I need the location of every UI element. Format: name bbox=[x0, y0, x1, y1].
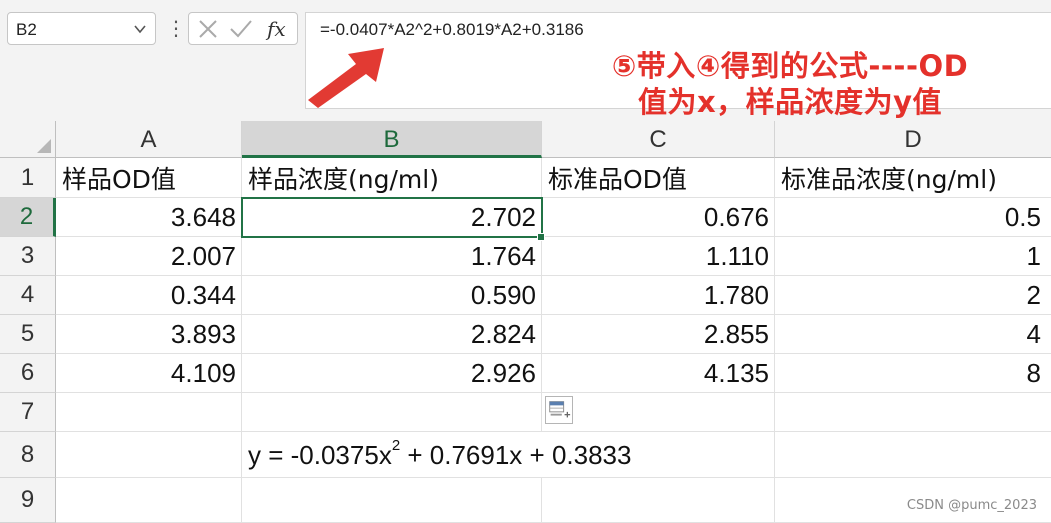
annotation-text: ⑤带入④得到的公式----OD 值为x，样品浓度为y值 bbox=[540, 48, 1040, 120]
red-arrow-icon bbox=[308, 48, 384, 108]
cell-d1[interactable]: 标准品浓度(ng/ml) bbox=[775, 158, 1051, 198]
cell-b1-text: 样品浓度(ng/ml) bbox=[248, 164, 439, 194]
cell-c6[interactable]: 4.135 bbox=[542, 354, 775, 393]
cell-a2[interactable]: 3.648 bbox=[56, 198, 242, 237]
more-options-icon[interactable]: ⋮ bbox=[166, 16, 186, 42]
insert-function-button[interactable]: fx bbox=[267, 17, 286, 41]
trendline-equation: y = -0.0375x2 + 0.7691x + 0.3833 bbox=[248, 437, 632, 471]
cell-a6[interactable]: 4.109 bbox=[56, 354, 242, 393]
annotation-line-2: 值为x，样品浓度为y值 bbox=[637, 85, 943, 119]
cell-b5[interactable]: 2.824 bbox=[242, 315, 542, 354]
column-header-a[interactable]: A bbox=[56, 121, 242, 158]
cell-a8[interactable] bbox=[56, 432, 242, 478]
cell-a3[interactable]: 2.007 bbox=[56, 237, 242, 276]
cell-b4[interactable]: 0.590 bbox=[242, 276, 542, 315]
name-box-value: B2 bbox=[16, 20, 37, 39]
column-header-c[interactable]: C bbox=[542, 121, 775, 158]
cell-d1-text: 标准品浓度(ng/ml) bbox=[781, 164, 997, 194]
cell-c3[interactable]: 1.110 bbox=[542, 237, 775, 276]
row-header-4[interactable]: 4 bbox=[0, 276, 56, 315]
cell-a1-text: 样品OD值 bbox=[62, 164, 176, 194]
watermark: CSDN @pumc_2023 bbox=[906, 498, 1037, 513]
cell-d7[interactable] bbox=[775, 393, 1051, 432]
row-header-3[interactable]: 3 bbox=[0, 237, 56, 276]
select-all-button[interactable] bbox=[0, 121, 56, 158]
cell-c2[interactable]: 0.676 bbox=[542, 198, 775, 237]
column-header-b[interactable]: B bbox=[242, 121, 542, 158]
formula-bar: B2 ⋮ fx =-0.0407*A2^2+0.8019*A2+0.3186 ⑤… bbox=[0, 0, 1051, 121]
quick-analysis-icon[interactable] bbox=[545, 396, 573, 424]
cell-d8[interactable] bbox=[775, 432, 1051, 478]
fill-handle[interactable] bbox=[537, 233, 545, 241]
row-header-7[interactable]: 7 bbox=[0, 393, 56, 432]
formula-text: =-0.0407*A2^2+0.8019*A2+0.3186 bbox=[320, 20, 584, 39]
cell-b9[interactable] bbox=[242, 478, 542, 523]
cell-b6[interactable]: 2.926 bbox=[242, 354, 542, 393]
column-header-d[interactable]: D bbox=[775, 121, 1051, 158]
chevron-down-icon[interactable] bbox=[134, 23, 146, 35]
equation-prefix: y = -0.0375x bbox=[248, 440, 392, 470]
equation-exponent: 2 bbox=[391, 437, 401, 455]
annotation-line-1: ⑤带入④得到的公式----OD bbox=[611, 49, 969, 83]
cell-a5[interactable]: 3.893 bbox=[56, 315, 242, 354]
cell-c9[interactable] bbox=[542, 478, 775, 523]
spreadsheet-grid: A B C D 1 2 3 4 5 6 7 8 9 样品OD值 样品浓度(ng/… bbox=[0, 121, 1051, 523]
cell-b2[interactable]: 2.702 bbox=[242, 198, 542, 237]
row-header-9[interactable]: 9 bbox=[0, 478, 56, 523]
quick-analysis-glyph bbox=[549, 401, 571, 418]
cell-a7[interactable] bbox=[56, 393, 242, 432]
cell-c1-text: 标准品OD值 bbox=[548, 164, 687, 194]
cell-a1[interactable]: 样品OD值 bbox=[56, 158, 242, 198]
cell-b7[interactable] bbox=[242, 393, 542, 432]
cell-b3[interactable]: 1.764 bbox=[242, 237, 542, 276]
row-header-5[interactable]: 5 bbox=[0, 315, 56, 354]
cell-d2[interactable]: 0.5 bbox=[775, 198, 1051, 237]
row-header-2[interactable]: 2 bbox=[0, 198, 56, 237]
cell-a9[interactable] bbox=[56, 478, 242, 523]
cancel-icon[interactable] bbox=[198, 20, 218, 38]
cell-d4[interactable]: 2 bbox=[775, 276, 1051, 315]
cell-a4[interactable]: 0.344 bbox=[56, 276, 242, 315]
row-header-6[interactable]: 6 bbox=[0, 354, 56, 393]
row-header-8[interactable]: 8 bbox=[0, 432, 56, 478]
equation-suffix: + 0.7691x + 0.3833 bbox=[400, 440, 632, 470]
formula-buttons: fx bbox=[188, 12, 298, 45]
cell-c5[interactable]: 2.855 bbox=[542, 315, 775, 354]
row-header-1[interactable]: 1 bbox=[0, 158, 56, 198]
cell-d5[interactable]: 4 bbox=[775, 315, 1051, 354]
cell-c4[interactable]: 1.780 bbox=[542, 276, 775, 315]
cell-b1[interactable]: 样品浓度(ng/ml) bbox=[242, 158, 542, 198]
cell-c1[interactable]: 标准品OD值 bbox=[542, 158, 775, 198]
cell-d3[interactable]: 1 bbox=[775, 237, 1051, 276]
name-box[interactable]: B2 bbox=[7, 12, 156, 45]
cell-d6[interactable]: 8 bbox=[775, 354, 1051, 393]
cell-c7[interactable] bbox=[542, 393, 775, 432]
check-icon[interactable] bbox=[229, 19, 253, 39]
